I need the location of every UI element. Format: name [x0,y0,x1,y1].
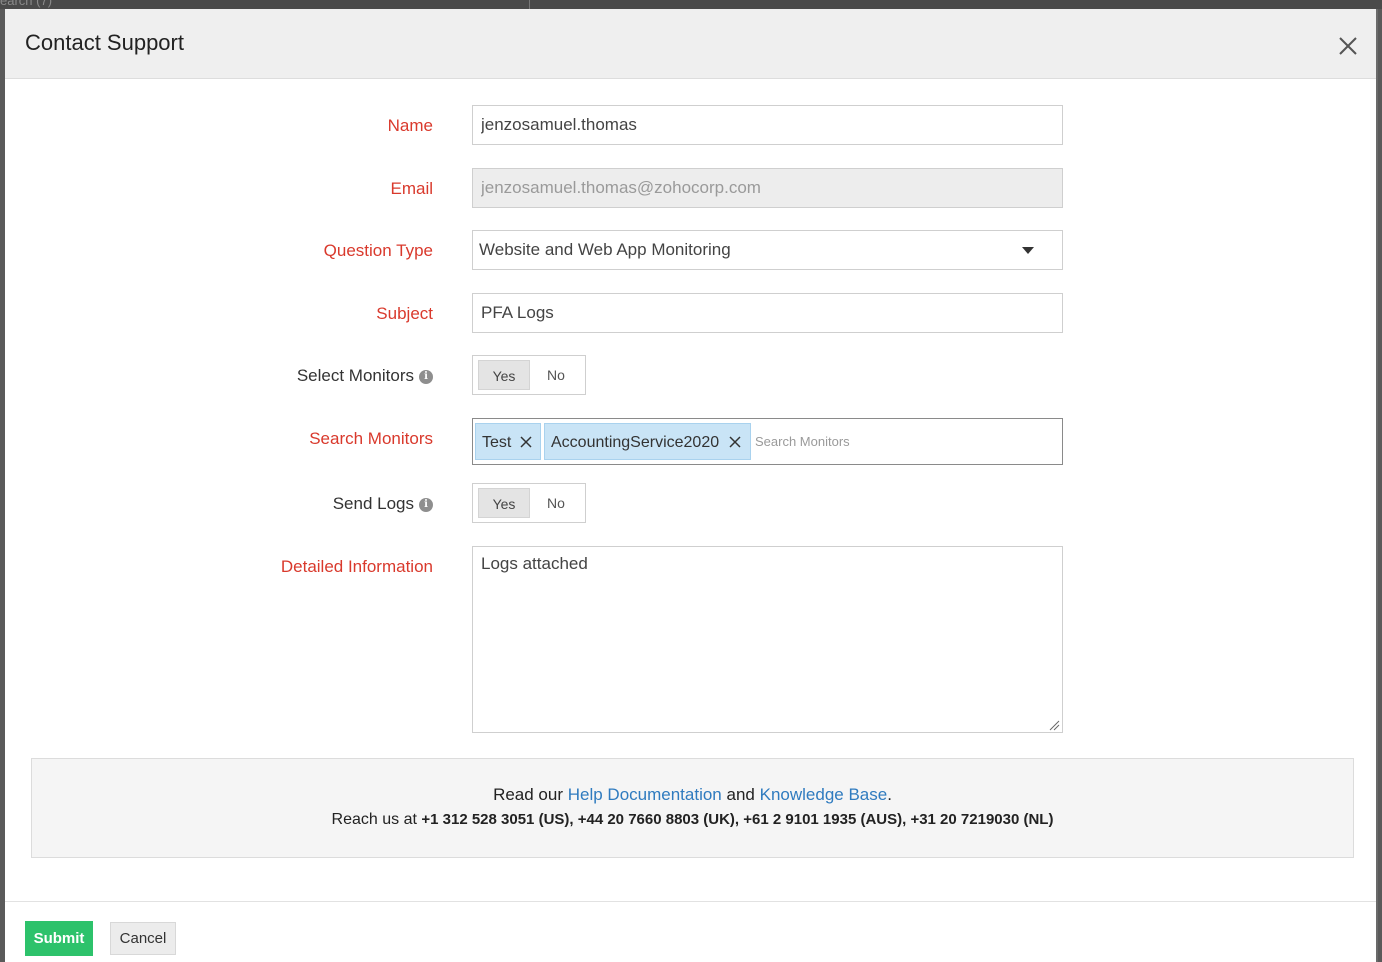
monitor-tag: AccountingService2020 [544,423,751,460]
send-logs-label: Send Logs i [333,494,433,514]
backdrop: earch (7) [0,0,1382,9]
read-our-text: Read our [493,785,563,804]
select-monitors-toggle: Yes No [472,355,586,395]
info-line-phones: Reach us at +1 312 528 3051 (US), +44 20… [32,811,1353,829]
detailed-information-textarea[interactable]: Logs attached [472,546,1063,733]
support-info-box: Read our Help Documentation and Knowledg… [31,758,1354,858]
send-logs-no-option[interactable]: No [533,488,579,518]
detailed-information-label: Detailed Information [280,557,433,576]
search-monitors-field[interactable]: Test AccountingService2020 [472,418,1063,465]
email-label: Email [390,179,433,198]
remove-tag-icon[interactable] [520,436,532,448]
email-input [472,168,1063,208]
name-input[interactable] [472,105,1063,145]
knowledge-base-link[interactable]: Knowledge Base [760,785,888,804]
cancel-button[interactable]: Cancel [110,922,176,955]
select-monitors-label-text: Select Monitors [296,366,414,385]
name-label: Name [387,116,433,135]
remove-tag-icon[interactable] [729,436,741,448]
send-logs-label-text: Send Logs [332,494,414,513]
info-icon[interactable]: i [419,497,433,512]
send-logs-toggle: Yes No [472,483,586,523]
monitor-tag-label: Test [482,434,512,451]
submit-button[interactable]: Submit [25,921,93,956]
backdrop-divider [529,0,530,9]
search-monitors-input[interactable] [755,427,1045,455]
subject-label: Subject [376,304,433,323]
info-icon[interactable]: i [419,369,433,384]
info-line-docs: Read our Help Documentation and Knowledg… [32,785,1353,805]
help-documentation-link[interactable]: Help Documentation [568,785,722,804]
modal-title: Contact Support [25,30,184,55]
backdrop-text: earch (7) [0,0,53,8]
monitor-tag: Test [475,423,541,460]
question-type-value: Website and Web App Monitoring [479,240,731,259]
phone-numbers: +1 312 528 3051 (US), +44 20 7660 8803 (… [421,811,1054,828]
select-monitors-yes-option[interactable]: Yes [478,360,530,390]
subject-input[interactable] [472,293,1063,333]
select-monitors-no-option[interactable]: No [533,360,579,390]
question-type-label: Question Type [323,241,433,260]
footer-divider [5,901,1376,902]
select-monitors-label: Select Monitors i [297,366,433,386]
send-logs-yes-option[interactable]: Yes [478,488,530,518]
reach-us-text: Reach us at [331,811,417,828]
and-text: and [726,785,755,804]
resize-grip-icon[interactable] [1049,720,1060,731]
close-icon[interactable] [1335,33,1361,59]
caret-down-icon [1022,247,1034,254]
question-type-select[interactable]: Website and Web App Monitoring [472,230,1063,270]
contact-support-modal: Contact Support Name Email Question Type… [5,9,1378,962]
period-text: . [887,785,892,804]
monitor-tag-label: AccountingService2020 [551,434,720,451]
modal-header: Contact Support [5,9,1376,79]
search-monitors-label: Search Monitors [309,429,433,448]
